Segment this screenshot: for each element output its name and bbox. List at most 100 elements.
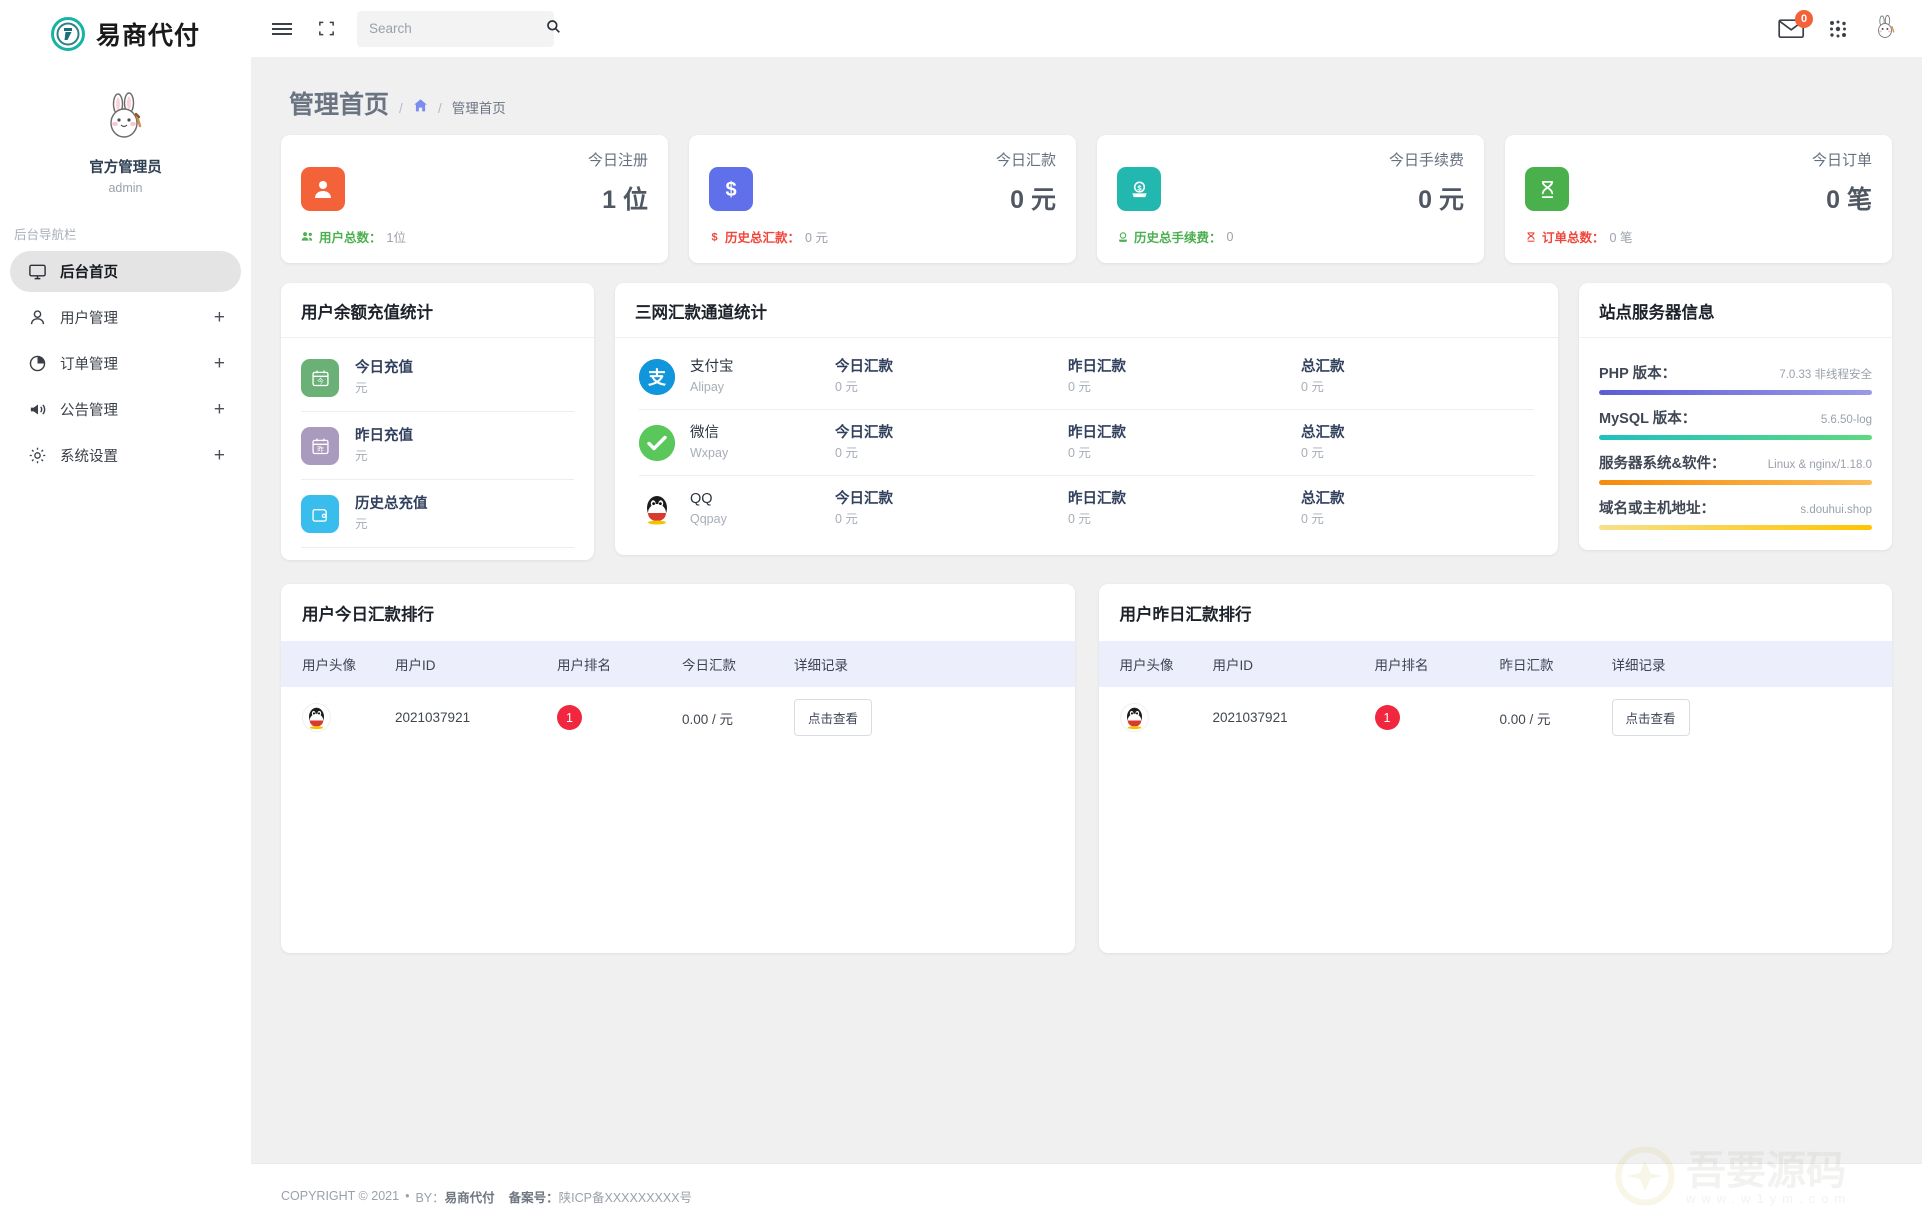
sidebar-item-settings[interactable]: 系统设置 + [10,435,241,476]
stat-label: 今日汇款 [995,152,1056,169]
card-title: 用户今日汇款排行 [302,606,434,624]
server-info-key: 域名或主机地址： [1599,501,1715,517]
coin-icon [1117,231,1129,243]
channel-col-today: 今日汇款 0 元 [835,489,1068,529]
rank-today-card: 用户今日汇款排行 用户头像 用户ID 用户排名 今日汇款 详细记录 202103… [281,584,1075,953]
sidebar-profile: 官方管理员 admin [0,68,251,198]
view-detail-button[interactable]: 点击查看 [1611,699,1690,736]
stat-card-orders: 今日订单 0 笔 订单总数： 0 笔 [1505,135,1892,263]
sidebar-item-dashboard[interactable]: 后台首页 [10,251,241,292]
svg-text:今: 今 [317,376,324,385]
home-icon[interactable] [413,98,428,117]
stat-label: 今日订单 [1811,152,1872,169]
column-header: 今日汇款 [682,658,736,673]
dollar-sign-icon: $ [709,230,720,243]
sidebar-item-label: 系统设置 [60,449,118,465]
stat-cards: 今日注册 1 位 用户总数： 1位 今日汇款 0 元 $ $ 历史总汇款： 0 … [281,135,1892,263]
topbar-actions: 0 [1778,9,1900,43]
stat-value: 0 元 [1010,186,1056,214]
stat-label: 今日手续费 [1388,152,1464,169]
table-row: 2021037921 1 0.00 / 元 点击查看 [281,687,1075,748]
channel-col-yesterday: 昨日汇款 0 元 [1068,357,1301,397]
sidebar-expand[interactable]: + [214,354,225,373]
sidebar-nav: 后台首页 用户管理 + 订单管理 + 公告管理 + 系统设置 + [0,251,251,476]
stat-foot-label: 历史总汇款： [725,231,801,245]
stat-footer: 用户总数： 1位 [301,227,406,246]
card-title: 用户昨日汇款排行 [1119,606,1252,624]
stat-card-registrations: 今日注册 1 位 用户总数： 1位 [281,135,668,263]
qq-penguin-icon [639,491,675,527]
server-info-php: PHP 版本： 7.0.33 非线程安全 [1599,362,1872,395]
rank-yesterday-card: 用户昨日汇款排行 用户头像 用户ID 用户排名 昨日汇款 详细记录 202103… [1098,584,1892,953]
channel-col-today: 今日汇款 0 元 [835,357,1068,397]
sidebar-item-orders[interactable]: 订单管理 + [10,343,241,384]
fullscreen-icon[interactable] [313,16,339,42]
server-info-mysql: MySQL 版本： 5.6.50-log [1599,407,1872,440]
rank-yesterday-table: 用户头像 用户ID 用户排名 昨日汇款 详细记录 2021037921 1 0.… [1098,641,1892,748]
server-info-bar [1599,480,1872,485]
server-info-value: s.douhui.shop [1800,504,1872,516]
channel-col-value: 0 元 [1068,446,1091,460]
sidebar-expand[interactable]: + [214,446,225,465]
topbar-avatar[interactable] [1871,14,1900,43]
recharge-item-title: 昨日充值 [355,428,413,444]
hamburger-icon[interactable] [269,16,295,42]
footer: COPYRIGHT © 2021 • BY： 易商代付 备案号： 陕ICP备XX… [251,1163,1922,1228]
stat-foot-value: 0 [1226,229,1234,244]
column-header: 用户排名 [1374,658,1429,673]
view-detail-button[interactable]: 点击查看 [794,699,873,736]
recharge-item-yesterday: 昨 昨日充值 元 [301,412,574,480]
mail-icon[interactable]: 0 [1778,9,1813,41]
stat-foot-value: 0 笔 [1609,231,1633,245]
svg-text:$: $ [711,231,717,243]
calendar-today-icon: 今 [301,359,339,397]
column-header: 用户排名 [557,658,611,673]
column-header: 用户头像 [1119,658,1174,673]
channel-col-total: 总汇款 0 元 [1301,357,1534,397]
stat-value: 1 位 [602,186,648,214]
channel-col-value: 0 元 [1068,512,1091,526]
channel-col-yesterday: 昨日汇款 0 元 [1068,423,1301,463]
server-info-key: PHP 版本： [1599,366,1677,382]
nav-section-title: 后台导航栏 [14,228,77,242]
cell-avatar [1099,687,1213,748]
search-icon[interactable] [546,19,561,39]
sidebar-expand[interactable]: + [214,400,225,419]
brand[interactable]: 易商代付 [0,0,251,68]
channel-row-wechat: 微信 Wxpay 今日汇款 0 元 昨日汇款 0 元 总汇款 0 元 [639,410,1534,476]
calendar-yesterday-icon: 昨 [301,427,339,465]
footer-dot: • [405,1189,410,1203]
server-info-domain: 域名或主机地址： s.douhui.shop [1599,497,1872,530]
card-header: 站点服务器信息 [1579,283,1892,338]
server-info-value: 7.0.33 非线程安全 [1779,369,1872,381]
channel-col-total: 总汇款 0 元 [1301,489,1534,529]
cell-user-id: 2021037921 [395,710,471,725]
sidebar: 易商代付 官方管理员 admin 后台导航栏 后台首页 用户管理 + 订单管理 … [0,0,251,1228]
rabbit-avatar-icon[interactable] [95,90,157,152]
card-title: 用户余额充值统计 [301,304,433,322]
channel-name: 微信 Wxpay [639,423,835,463]
sidebar-item-users[interactable]: 用户管理 + [10,297,241,338]
column-header: 详细记录 [794,658,848,673]
app-root: 易商代付 官方管理员 admin 后台导航栏 后台首页 用户管理 + 订单管理 … [0,0,1922,1228]
channel-col-value: 0 元 [1301,446,1324,460]
sidebar-item-announcements[interactable]: 公告管理 + [10,389,241,430]
search-box[interactable] [357,10,560,47]
channel-col-today: 今日汇款 0 元 [835,423,1068,463]
stat-foot-label: 用户总数： [319,231,382,245]
channel-col-value: 0 元 [1068,380,1091,394]
apps-grid-icon[interactable] [1825,16,1851,42]
search-input[interactable] [369,21,546,36]
alipay-icon: 支 [639,359,675,395]
sidebar-expand[interactable]: + [214,308,225,327]
breadcrumb-separator: / [437,100,442,116]
topbar: 0 [251,0,1922,57]
recharge-item-title: 历史总充值 [355,496,428,512]
channel-col-value: 0 元 [835,446,858,460]
dna-icon [1525,167,1569,211]
channel-col-title: 总汇款 [1301,425,1345,441]
channel-row-alipay: 支 支付宝 Alipay 今日汇款 0 元 昨日汇款 0 元 总汇款 0 元 [639,344,1534,410]
recharge-item-total: 历史总充值 元 [301,480,574,548]
card-header: 用户今日汇款排行 [281,584,1075,641]
recharge-item-unit: 元 [355,517,368,531]
